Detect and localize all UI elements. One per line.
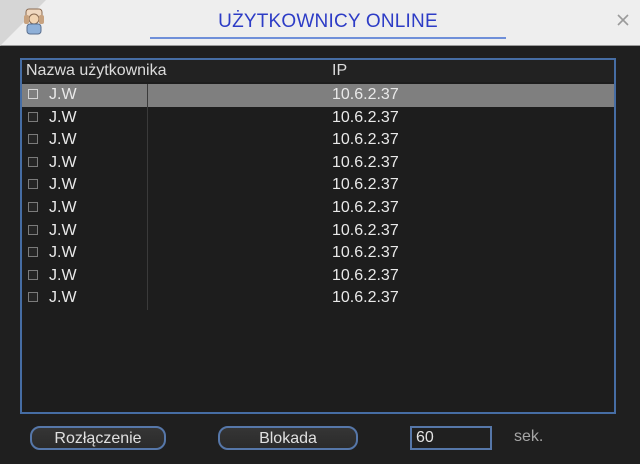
column-divider	[147, 287, 148, 310]
row-checkbox[interactable]	[28, 247, 38, 258]
username-cell: J.W	[49, 153, 77, 171]
column-divider	[147, 242, 148, 265]
ip-cell: 10.6.2.37	[332, 266, 399, 284]
username-cell: J.W	[49, 108, 77, 126]
table-row[interactable]: J.W 10.6.2.37	[22, 106, 614, 130]
user-rows: J.W 10.6.2.37 J.W 10.6.2.37 J.W 10.6.2.3…	[22, 84, 614, 310]
username-cell: J.W	[49, 131, 77, 149]
username-cell: J.W	[49, 86, 77, 103]
row-checkbox[interactable]	[28, 111, 38, 122]
ip-cell: 10.6.2.37	[332, 86, 399, 103]
action-bar: Rozłączenie Blokada sek.	[20, 426, 616, 452]
table-row[interactable]: J.W 10.6.2.37	[22, 174, 614, 197]
ip-cell: 10.6.2.37	[332, 244, 399, 262]
online-users-dialog: UŻYTKOWNICY ONLINE Nazwa użytkownika IP …	[0, 0, 640, 464]
ip-cell: 10.6.2.37	[332, 198, 399, 216]
column-divider	[147, 264, 148, 288]
username-cell: J.W	[49, 266, 77, 284]
table-row[interactable]: J.W 10.6.2.37	[22, 219, 614, 243]
row-checkbox[interactable]	[28, 134, 38, 145]
username-cell: J.W	[49, 244, 77, 262]
username-cell: J.W	[49, 198, 77, 216]
row-checkbox[interactable]	[28, 156, 38, 167]
table-row[interactable]: J.W 10.6.2.37	[22, 196, 614, 220]
window-title-container: UŻYTKOWNICY ONLINE	[150, 7, 506, 39]
column-divider	[147, 151, 148, 175]
username-cell: J.W	[49, 221, 77, 239]
ip-cell: 10.6.2.37	[332, 176, 399, 194]
block-duration-input[interactable]	[410, 426, 492, 450]
row-checkbox[interactable]	[28, 89, 38, 99]
ip-cell: 10.6.2.37	[332, 131, 399, 149]
table-row[interactable]: J.W 10.6.2.37	[22, 129, 614, 152]
disconnect-button[interactable]: Rozłączenie	[30, 426, 166, 450]
table-row[interactable]: J.W 10.6.2.37	[22, 242, 614, 265]
close-icon[interactable]	[614, 11, 632, 29]
online-users-list[interactable]: Nazwa użytkownika IP J.W 10.6.2.37 J.W 1…	[20, 58, 616, 414]
column-divider	[147, 129, 148, 152]
person-icon	[24, 8, 44, 35]
column-divider	[147, 84, 148, 107]
list-header: Nazwa użytkownika IP	[22, 60, 614, 82]
column-divider	[147, 219, 148, 243]
table-row[interactable]: J.W 10.6.2.37	[22, 287, 614, 310]
row-checkbox[interactable]	[28, 179, 38, 190]
ip-cell: 10.6.2.37	[332, 108, 399, 126]
username-cell: J.W	[49, 289, 77, 307]
row-checkbox[interactable]	[28, 269, 38, 280]
column-divider	[147, 106, 148, 130]
seconds-unit-label: sek.	[514, 428, 544, 445]
row-checkbox[interactable]	[28, 201, 38, 212]
ip-cell: 10.6.2.37	[332, 221, 399, 239]
column-divider	[147, 174, 148, 197]
window-title: UŻYTKOWNICY ONLINE	[218, 11, 438, 32]
table-row[interactable]: J.W 10.6.2.37	[22, 264, 614, 288]
table-row[interactable]: J.W 10.6.2.37	[22, 151, 614, 175]
ip-column-header: IP	[332, 62, 348, 79]
column-divider	[147, 196, 148, 220]
block-button[interactable]: Blokada	[218, 426, 358, 450]
title-bar: UŻYTKOWNICY ONLINE	[0, 0, 640, 46]
ip-cell: 10.6.2.37	[332, 153, 399, 171]
username-cell: J.W	[49, 176, 77, 194]
table-row[interactable]: J.W 10.6.2.37	[22, 84, 614, 107]
row-checkbox[interactable]	[28, 224, 38, 235]
row-checkbox[interactable]	[28, 292, 38, 303]
ip-cell: 10.6.2.37	[332, 289, 399, 307]
username-column-header: Nazwa użytkownika	[26, 62, 167, 79]
